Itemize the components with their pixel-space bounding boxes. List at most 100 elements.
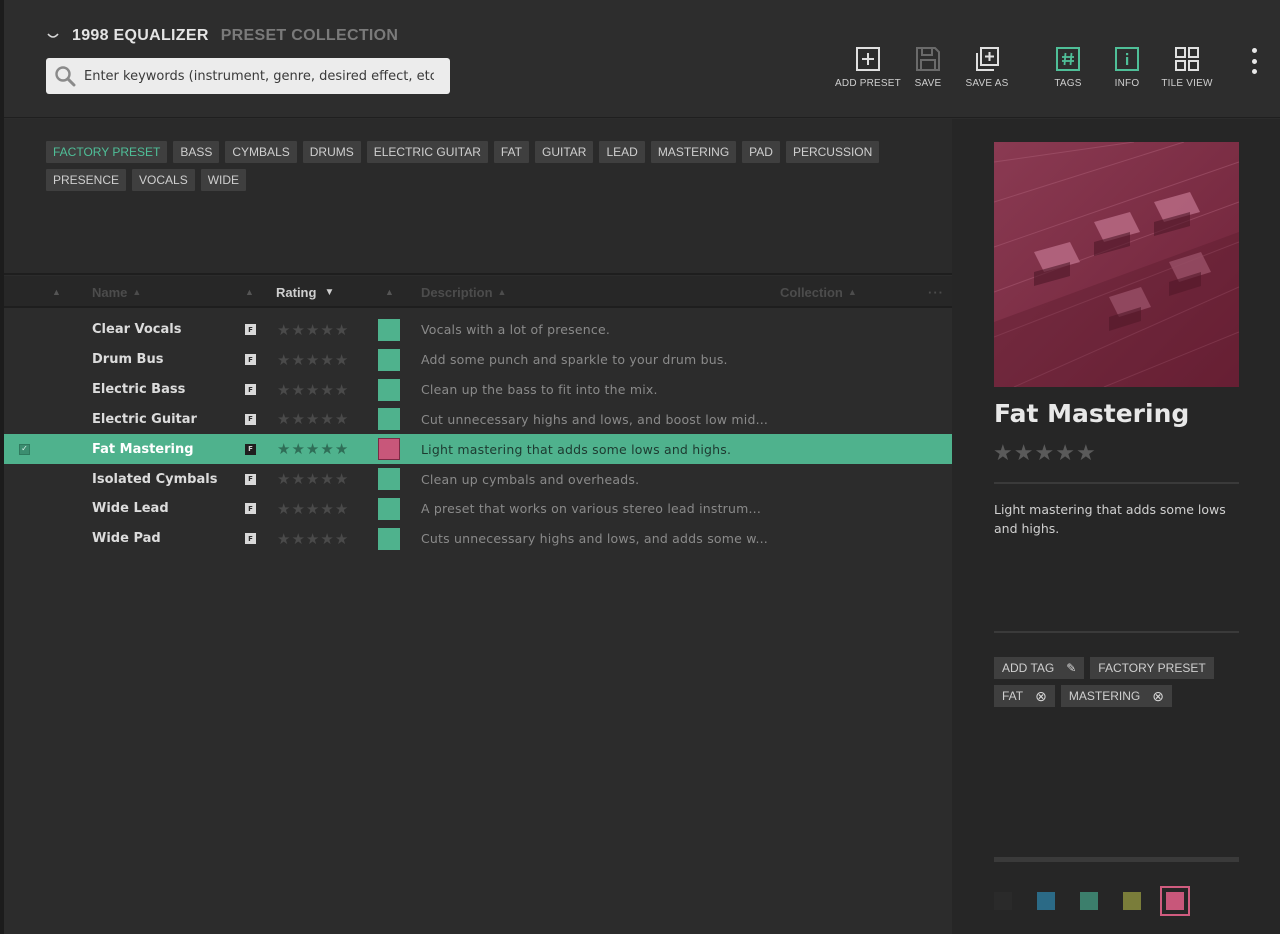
tag-filter-chip[interactable]: DRUMS <box>302 141 361 163</box>
color-swatch[interactable] <box>378 438 400 461</box>
color-label-cell[interactable] <box>378 434 400 464</box>
star-icon[interactable]: ★ <box>320 500 333 518</box>
color-swatch[interactable] <box>378 318 400 341</box>
star-icon[interactable]: ★ <box>1076 441 1097 466</box>
preset-rating-stars[interactable]: ★★★★★ <box>993 441 1097 466</box>
color-swatch[interactable] <box>378 378 400 401</box>
chevron-down-icon[interactable] <box>46 29 60 43</box>
color-label-cell[interactable] <box>378 524 400 554</box>
color-swatch[interactable] <box>378 527 400 550</box>
more-options-icon[interactable] <box>1244 46 1264 76</box>
color-label-cell[interactable] <box>378 464 400 494</box>
tile-view-button[interactable]: TILE VIEW <box>1147 46 1227 89</box>
star-icon[interactable]: ★ <box>306 470 319 488</box>
color-option[interactable] <box>1160 886 1190 916</box>
star-icon[interactable]: ★ <box>291 500 304 518</box>
star-icon[interactable]: ★ <box>291 351 304 369</box>
star-icon[interactable]: ★ <box>335 351 348 369</box>
name-column-header[interactable]: Name ▲ <box>92 276 141 308</box>
star-icon[interactable]: ★ <box>306 321 319 339</box>
star-icon[interactable]: ★ <box>335 381 348 399</box>
description-column-header[interactable]: Description ▲ <box>421 276 506 308</box>
rating-stars[interactable]: ★ ★ ★ ★ ★ <box>277 345 349 375</box>
star-icon[interactable]: ★ <box>277 440 290 458</box>
tag-filter-chip[interactable]: WIDE <box>200 169 247 191</box>
star-icon[interactable]: ★ <box>291 410 304 428</box>
star-icon[interactable]: ★ <box>306 440 319 458</box>
star-icon[interactable]: ★ <box>277 470 290 488</box>
tag-filter-chip[interactable]: BASS <box>173 141 220 163</box>
star-icon[interactable]: ★ <box>291 470 304 488</box>
column-options-icon[interactable]: ··· <box>928 276 944 308</box>
table-row[interactable]: Wide Pad F ★ ★ ★ ★ ★ Cuts unnecessary highs and… <box>4 524 952 554</box>
rating-column-header[interactable]: Rating ▼ <box>276 276 334 308</box>
factory-column-sort[interactable]: ▲ <box>245 276 254 308</box>
color-swatch[interactable] <box>378 408 400 431</box>
color-label-cell[interactable] <box>378 315 400 345</box>
star-icon[interactable]: ★ <box>1055 441 1076 466</box>
rating-stars[interactable]: ★ ★ ★ ★ ★ <box>277 375 349 405</box>
table-row[interactable]: Drum Bus F ★ ★ ★ ★ ★ Add some punch and sparkle… <box>4 345 952 375</box>
star-icon[interactable]: ★ <box>335 470 348 488</box>
table-row[interactable]: Electric Bass F ★ ★ ★ ★ ★ Clean up the bass to … <box>4 375 952 405</box>
tag-filter-chip[interactable]: FACTORY PRESET <box>46 141 168 163</box>
rating-stars[interactable]: ★ ★ ★ ★ ★ <box>277 464 349 494</box>
star-icon[interactable]: ★ <box>306 530 319 548</box>
star-icon[interactable]: ★ <box>306 500 319 518</box>
star-icon[interactable]: ★ <box>320 381 333 399</box>
tag-filter-chip[interactable]: MASTERING <box>650 141 737 163</box>
color-column-sort[interactable]: ▲ <box>385 276 394 308</box>
collection-column-header[interactable]: Collection ▲ <box>780 276 857 308</box>
save-as-button[interactable]: SAVE AS <box>947 46 1027 89</box>
tag-filter-chip[interactable]: VOCALS <box>132 169 195 191</box>
remove-tag-icon[interactable]: ⊗ <box>1152 688 1164 705</box>
tag-filter-chip[interactable]: LEAD <box>599 141 645 163</box>
search-input[interactable] <box>84 68 434 84</box>
color-label-cell[interactable] <box>378 494 400 524</box>
star-icon[interactable]: ★ <box>320 470 333 488</box>
table-row[interactable]: Electric Guitar F ★ ★ ★ ★ ★ Cut unnecessary hig… <box>4 405 952 435</box>
star-icon[interactable]: ★ <box>306 381 319 399</box>
star-icon[interactable]: ★ <box>320 351 333 369</box>
star-icon[interactable]: ★ <box>277 530 290 548</box>
star-icon[interactable]: ★ <box>335 500 348 518</box>
star-icon[interactable]: ★ <box>1034 441 1055 466</box>
rating-stars[interactable]: ★ ★ ★ ★ ★ <box>277 315 349 345</box>
tag-filter-chip[interactable]: FAT <box>493 141 529 163</box>
star-icon[interactable]: ★ <box>277 500 290 518</box>
star-icon[interactable]: ★ <box>320 530 333 548</box>
star-icon[interactable]: ★ <box>277 351 290 369</box>
star-icon[interactable]: ★ <box>291 381 304 399</box>
star-icon[interactable]: ★ <box>277 381 290 399</box>
star-icon[interactable]: ★ <box>1014 441 1035 466</box>
star-icon[interactable]: ★ <box>335 440 348 458</box>
add-tag-button[interactable]: ADD TAG ✎ <box>994 657 1085 679</box>
star-icon[interactable]: ★ <box>291 440 304 458</box>
color-label-cell[interactable] <box>378 405 400 435</box>
color-swatch[interactable] <box>378 497 400 520</box>
star-icon[interactable]: ★ <box>993 441 1014 466</box>
remove-tag-icon[interactable]: ⊗ <box>1035 688 1047 705</box>
color-label-cell[interactable] <box>378 375 400 405</box>
tag-filter-chip[interactable]: PRESENCE <box>46 169 127 191</box>
rating-stars[interactable]: ★ ★ ★ ★ ★ <box>277 524 349 554</box>
preset-description[interactable]: Light mastering that adds some lows and … <box>994 500 1244 538</box>
table-row[interactable]: Wide Lead F ★ ★ ★ ★ ★ A preset that works on va… <box>4 494 952 524</box>
color-swatch[interactable] <box>378 348 400 371</box>
star-icon[interactable]: ★ <box>320 321 333 339</box>
color-option[interactable] <box>1037 892 1055 910</box>
star-icon[interactable]: ★ <box>277 410 290 428</box>
color-label-cell[interactable] <box>378 345 400 375</box>
tag-filter-chip[interactable]: PAD <box>742 141 780 163</box>
select-column-sort[interactable]: ▲ <box>52 276 61 308</box>
star-icon[interactable]: ★ <box>335 410 348 428</box>
rating-stars[interactable]: ★ ★ ★ ★ ★ <box>277 494 349 524</box>
star-icon[interactable]: ★ <box>277 321 290 339</box>
star-icon[interactable]: ★ <box>320 410 333 428</box>
table-row[interactable]: Clear Vocals F ★ ★ ★ ★ ★ Vocals with a lot of p… <box>4 315 952 345</box>
table-row[interactable]: Isolated Cymbals F ★ ★ ★ ★ ★ Clean up cymbals a… <box>4 464 952 494</box>
tag-filter-chip[interactable]: GUITAR <box>535 141 594 163</box>
star-icon[interactable]: ★ <box>291 321 304 339</box>
color-option[interactable] <box>994 892 1012 910</box>
rating-stars[interactable]: ★ ★ ★ ★ ★ <box>277 434 349 464</box>
